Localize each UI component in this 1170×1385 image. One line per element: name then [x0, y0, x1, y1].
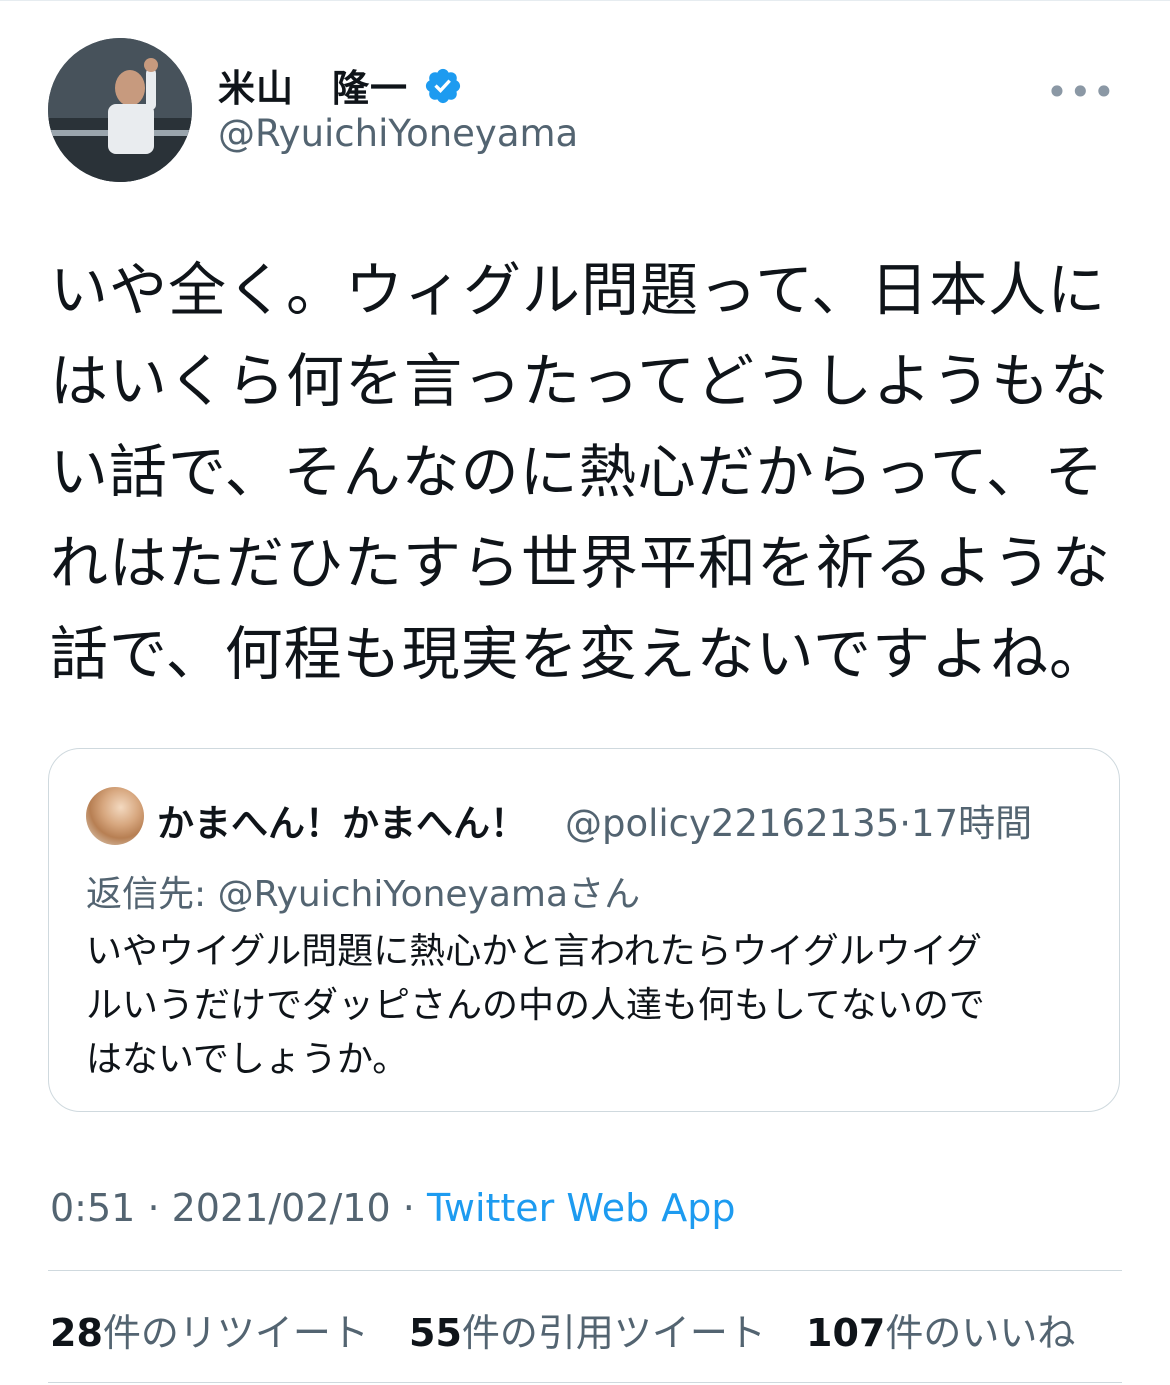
- quotes-stat[interactable]: 55件の引用ツイート: [409, 1302, 766, 1357]
- meta-separator: ·: [402, 1186, 415, 1230]
- quoted-author-meta: @policy22162135·17時間: [565, 793, 1032, 847]
- verified-badge-icon: [425, 68, 461, 104]
- more-icon[interactable]: •••: [1046, 70, 1116, 114]
- tweet-text: いや全く。ウィグル問題って、日本人に はいくら何を言ったってどうしようもな い話…: [50, 256, 1111, 688]
- meta-separator: ·: [899, 802, 912, 845]
- tweet-date[interactable]: 2021/02/10: [172, 1186, 391, 1230]
- divider: [48, 1382, 1122, 1383]
- quoted-time: 17時間: [911, 802, 1033, 845]
- quoted-author-display-name: かまへん！かまへん！: [157, 802, 527, 845]
- likes-label: 件のいいね: [885, 1311, 1076, 1355]
- author-display-name[interactable]: 米山 隆一: [218, 58, 408, 112]
- divider: [48, 1270, 1122, 1271]
- avatar-photo: [48, 38, 192, 182]
- quoted-tweet-text: いやウイグル問題に熱心かと言われたらウイグルウイグ ルいうだけでダッピさんの中の…: [86, 931, 985, 1080]
- source-app-link[interactable]: Twitter Web App: [427, 1186, 736, 1230]
- quoted-tweet-card[interactable]: かまへん！かまへん！ @policy22162135·17時間 返信先: @Ry…: [48, 748, 1120, 1112]
- quoted-author-avatar[interactable]: [86, 787, 144, 845]
- quotes-count: 55: [409, 1311, 462, 1355]
- top-divider: [0, 0, 1170, 1]
- meta-separator: ·: [147, 1186, 160, 1230]
- reply-to-handle[interactable]: @RyuichiYoneyama: [218, 874, 568, 915]
- author-avatar[interactable]: [48, 38, 192, 182]
- likes-count: 107: [806, 1311, 886, 1355]
- reply-suffix: さん: [568, 874, 641, 915]
- reply-context: 返信先: @RyuichiYoneyamaさん: [86, 865, 640, 917]
- retweets-stat[interactable]: 28件のリツイート: [50, 1302, 369, 1357]
- reply-prefix: 返信先:: [86, 874, 218, 915]
- tweet-time[interactable]: 0:51: [50, 1186, 135, 1230]
- quoted-author-handle: @policy22162135: [565, 802, 900, 845]
- tweet-meta: 0:51 · 2021/02/10 · Twitter Web App: [50, 1186, 736, 1230]
- quotes-label: 件の引用ツイート: [461, 1311, 766, 1355]
- retweets-label: 件のリツイート: [102, 1311, 369, 1355]
- engagement-stats: 28件のリツイート 55件の引用ツイート 107件のいいね: [50, 1302, 1103, 1357]
- retweets-count: 28: [50, 1311, 103, 1355]
- likes-stat[interactable]: 107件のいいね: [806, 1302, 1075, 1357]
- author-handle[interactable]: @RyuichiYoneyama: [218, 112, 578, 155]
